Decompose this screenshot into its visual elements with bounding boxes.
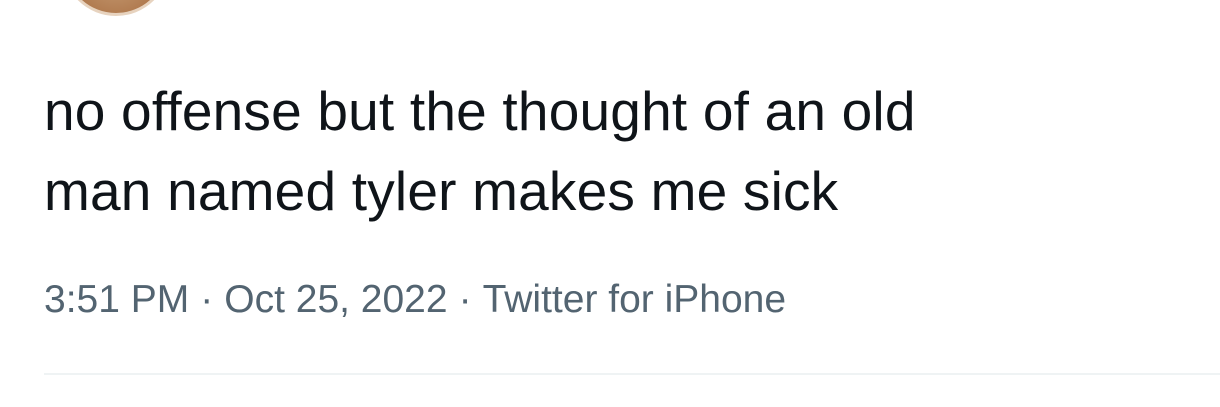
tweet-text-line: no offense but the thought of an old (44, 80, 916, 142)
tweet-metadata: 3:51 PM · Oct 25, 2022 · Twitter for iPhone (44, 278, 786, 322)
divider (44, 373, 1220, 375)
avatar[interactable] (62, 0, 170, 16)
tweet-date: Oct 25, 2022 (224, 278, 448, 321)
tweet-text-line: man named tyler makes me sick (44, 160, 839, 222)
meta-separator: · (200, 278, 214, 321)
tweet-time: 3:51 PM (44, 278, 190, 321)
meta-separator: · (458, 278, 472, 321)
tweet-timestamp-link[interactable]: 3:51 PM · Oct 25, 2022 (44, 278, 448, 321)
tweet-text: no offense but the thought of an old man… (44, 71, 1184, 231)
tweet-source-link[interactable]: Twitter for iPhone (483, 278, 786, 321)
